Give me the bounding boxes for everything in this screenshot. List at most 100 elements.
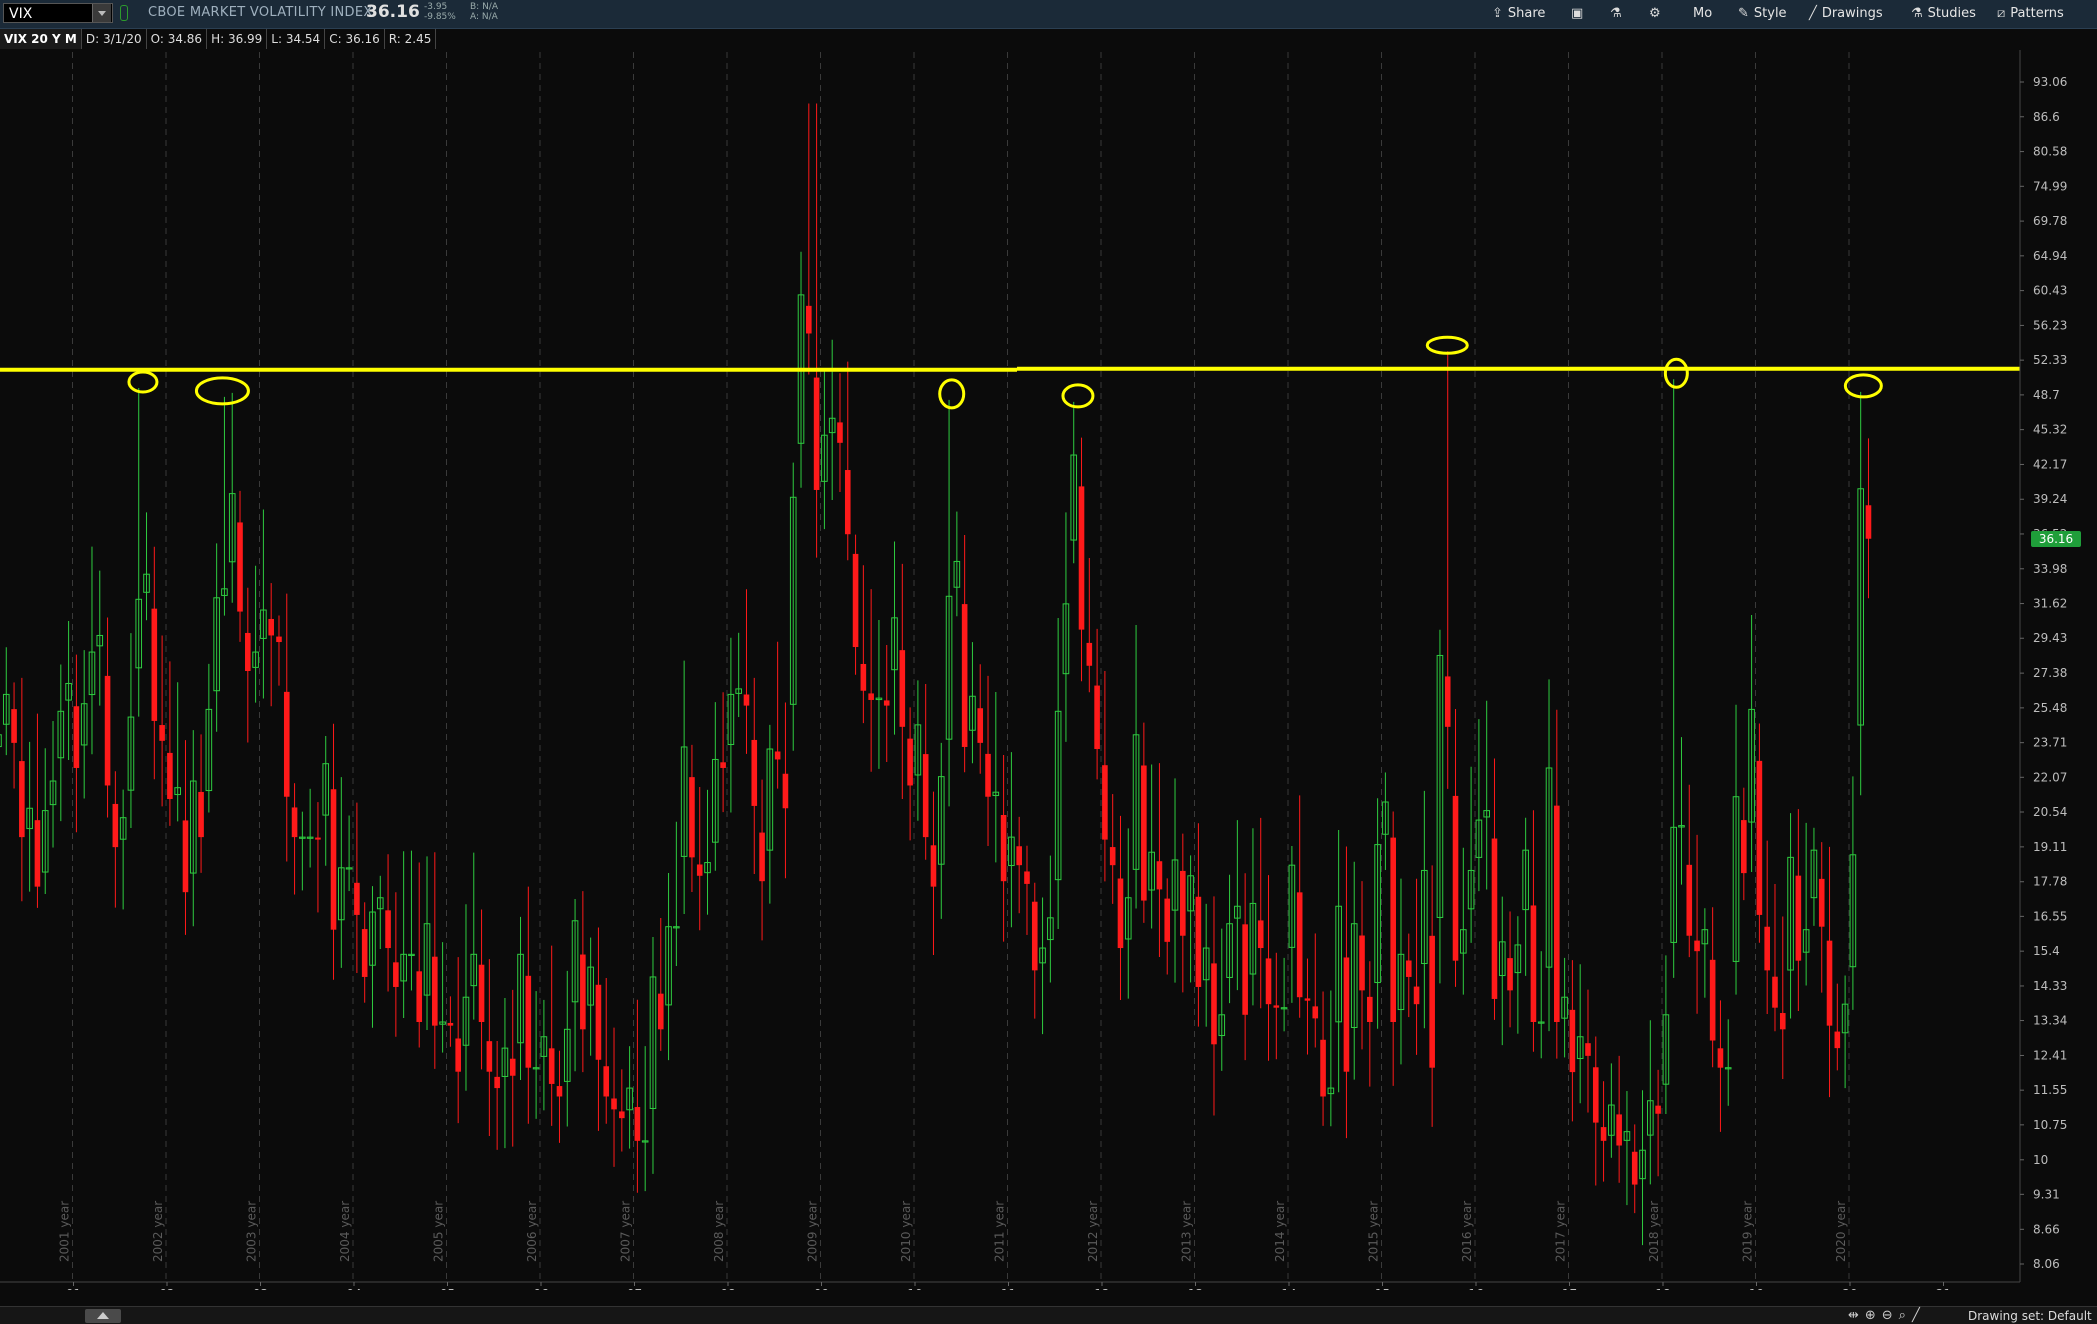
price-tick-label: 14.33 bbox=[2033, 979, 2067, 993]
ohlc-info-bar: VIX 20 Y M D: 3/1/20 O: 34.86 H: 36.99 L: 34… bbox=[0, 29, 437, 49]
price-tick-label: 74.99 bbox=[2033, 179, 2067, 193]
price-tick-label: 10.75 bbox=[2033, 1118, 2067, 1132]
candle-body bbox=[844, 470, 851, 535]
candle-body bbox=[961, 604, 968, 747]
candle-body bbox=[1694, 940, 1700, 952]
scroll-handle[interactable] bbox=[85, 1309, 121, 1323]
candle-body bbox=[167, 752, 173, 800]
year-label: 2002 year bbox=[151, 1201, 165, 1262]
net-change: -3.95 bbox=[424, 2, 448, 12]
flask-button[interactable]: ⚗ bbox=[1610, 4, 1627, 24]
chevron-down-icon[interactable] bbox=[92, 4, 111, 22]
candle-body bbox=[283, 691, 290, 797]
candle-body bbox=[1592, 1067, 1599, 1123]
candle-body bbox=[1102, 765, 1108, 840]
candle-body bbox=[1834, 1031, 1841, 1049]
patterns-button[interactable]: ⧄ Patterns bbox=[1997, 4, 2064, 24]
price-tick-label: 17.78 bbox=[2033, 875, 2067, 889]
time-tick-label: 20 bbox=[1842, 1287, 1857, 1290]
candle-body bbox=[548, 1048, 555, 1084]
candle-body bbox=[525, 975, 532, 1068]
year-label: 2001 year bbox=[58, 1201, 72, 1262]
time-tick-label: 12 bbox=[1094, 1287, 1109, 1290]
top-toolbar: VIX CBOE MARKET VOLATILITY INDEX 36.16 -… bbox=[0, 0, 2097, 29]
period-label: Mo bbox=[1693, 6, 1713, 21]
time-tick-label: 14 bbox=[1281, 1287, 1296, 1290]
chart-tag[interactable]: VIX 20 Y M bbox=[0, 29, 82, 49]
candle-body bbox=[1078, 486, 1085, 630]
candle-body bbox=[330, 789, 337, 930]
share-button[interactable]: ⇪ Share bbox=[1492, 4, 1545, 24]
drawings-button[interactable]: ╱ Drawings bbox=[1809, 4, 1883, 24]
time-tick-label: 11 bbox=[1001, 1287, 1016, 1290]
year-label: 2010 year bbox=[899, 1201, 913, 1262]
screenshot-button[interactable]: ▣ bbox=[1571, 4, 1588, 24]
camera-icon: ▣ bbox=[1571, 6, 1584, 21]
price-tick-label: 29.43 bbox=[2033, 631, 2067, 645]
candle-body bbox=[245, 632, 251, 672]
candle-body bbox=[1390, 837, 1396, 1023]
candle-body bbox=[1826, 940, 1833, 1026]
candle-body bbox=[603, 1066, 610, 1097]
period-button[interactable]: Mo bbox=[1693, 4, 1712, 24]
info-low: L: 34.54 bbox=[267, 29, 326, 49]
candle-body bbox=[907, 738, 913, 786]
candle-body bbox=[151, 608, 158, 721]
candle-body bbox=[860, 663, 867, 691]
style-icon: ✎ bbox=[1738, 6, 1749, 21]
candle-body bbox=[883, 700, 890, 706]
percent-change: -9.85% bbox=[424, 12, 456, 22]
info-date: D: 3/1/20 bbox=[82, 29, 147, 49]
price-tick-label: 33.98 bbox=[2033, 562, 2067, 576]
candle-body bbox=[1530, 905, 1537, 1023]
price-tick-label: 80.58 bbox=[2033, 145, 2067, 159]
price-tick-label: 20.54 bbox=[2033, 805, 2067, 819]
time-tick-label: 18 bbox=[1655, 1287, 1670, 1290]
price-tick-label: 45.32 bbox=[2033, 423, 2067, 437]
candle-body bbox=[112, 803, 119, 848]
time-tick-label: 01 bbox=[66, 1287, 81, 1290]
candle-body bbox=[868, 693, 874, 700]
candle-body bbox=[1600, 1127, 1607, 1141]
year-label: 2017 year bbox=[1554, 1201, 1568, 1262]
year-label: 2014 year bbox=[1273, 1201, 1287, 1262]
link-indicator-icon[interactable] bbox=[120, 5, 128, 21]
candle-body bbox=[930, 845, 937, 887]
candle-body bbox=[1865, 505, 1872, 539]
price-tick-label: 8.66 bbox=[2033, 1222, 2060, 1236]
candle-body bbox=[696, 864, 703, 876]
candle-body bbox=[104, 675, 111, 786]
candle-body bbox=[447, 1022, 454, 1026]
year-label: 2004 year bbox=[338, 1201, 352, 1262]
candle-body bbox=[1156, 861, 1163, 890]
candle-body bbox=[509, 1058, 516, 1076]
price-tick-label: 52.33 bbox=[2033, 353, 2067, 367]
price-chart[interactable]: 2000 year2001 year2002 year2003 year2004… bbox=[0, 50, 2097, 1290]
studies-button[interactable]: ⚗ Studies bbox=[1911, 4, 1976, 24]
year-label: 2003 year bbox=[245, 1201, 259, 1262]
time-tick-label: 04 bbox=[346, 1287, 361, 1290]
candle-body bbox=[1265, 958, 1272, 1005]
time-tick-label: 09 bbox=[814, 1287, 829, 1290]
symbol-description: CBOE MARKET VOLATILITY INDEX bbox=[148, 5, 373, 20]
bid-ask: B: N/A A: N/A bbox=[470, 2, 498, 22]
zoom-controls[interactable]: ⇹⊕⊖⌕╱ bbox=[1848, 1307, 1926, 1324]
candle-body bbox=[361, 929, 368, 977]
year-label: 2007 year bbox=[619, 1201, 633, 1262]
candle-body bbox=[1296, 892, 1303, 998]
studies-label: Studies bbox=[1927, 6, 1976, 21]
style-button[interactable]: ✎ Style bbox=[1738, 4, 1787, 24]
candle-body bbox=[1016, 846, 1022, 866]
candle-body bbox=[276, 636, 282, 643]
info-open: O: 34.86 bbox=[147, 29, 208, 49]
price-tick-label: 56.23 bbox=[2033, 318, 2067, 332]
time-tick-label: 05 bbox=[440, 1287, 455, 1290]
time-tick-label: 02 bbox=[159, 1287, 174, 1290]
price-tick-label: 42.17 bbox=[2033, 457, 2067, 471]
settings-button[interactable]: ⚙ bbox=[1649, 4, 1666, 24]
candle-body bbox=[657, 993, 664, 1030]
candle-body bbox=[595, 984, 602, 1060]
price-change: -3.95 -9.85% bbox=[424, 2, 456, 22]
price-tick-label: 16.55 bbox=[2033, 909, 2067, 923]
drawing-set-label[interactable]: Drawing set: Default bbox=[1968, 1307, 2092, 1324]
